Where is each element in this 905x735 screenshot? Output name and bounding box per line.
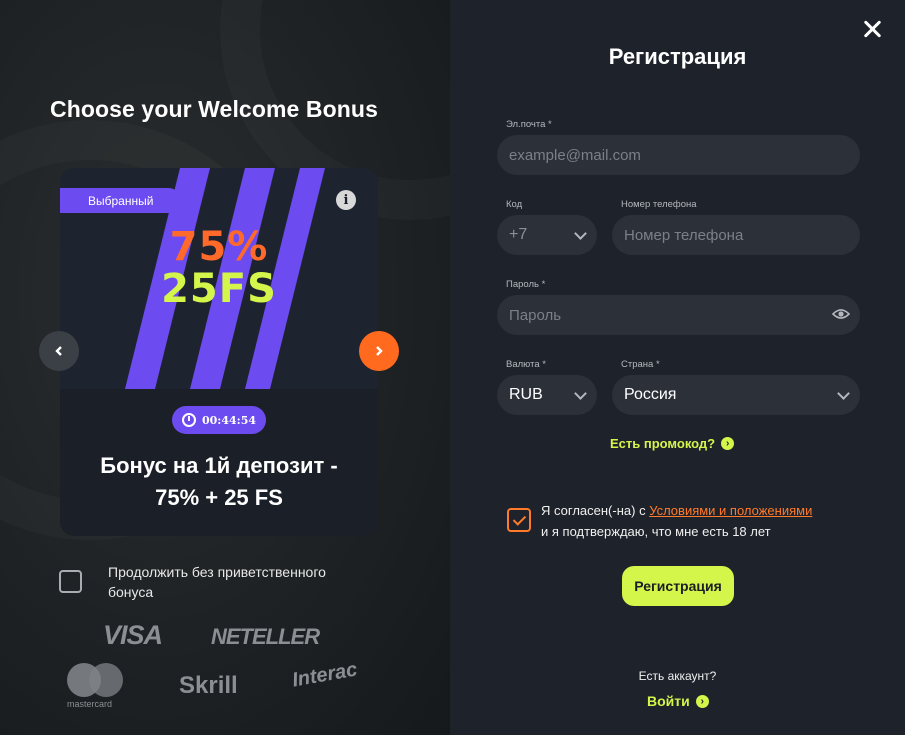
promo-headline: 75% 25FS <box>60 226 378 310</box>
neteller-logo: NETELLER <box>211 624 320 649</box>
terms-checkbox[interactable] <box>507 508 531 532</box>
promo-percent: 75% <box>169 224 269 270</box>
phone-code-select[interactable]: +7 <box>497 215 597 255</box>
password-label: Пароль * <box>506 279 546 290</box>
phone-input[interactable] <box>624 226 860 244</box>
promo-free-spins: 25FS <box>161 266 277 312</box>
login-link[interactable]: Войти › <box>647 693 709 709</box>
login-label: Войти <box>647 693 690 709</box>
skip-bonus-checkbox[interactable] <box>59 570 82 593</box>
currency-label: Валюта * <box>506 359 546 370</box>
bonus-title: Choose your Welcome Bonus <box>50 96 378 122</box>
terms-prefix: Я согласен(-на) с <box>541 503 650 518</box>
registration-title: Регистрация <box>608 44 747 69</box>
register-button[interactable]: Регистрация <box>622 566 734 606</box>
promo-code-link[interactable]: Есть промокод? › <box>610 436 735 451</box>
stopwatch-icon <box>181 413 196 427</box>
terms-link[interactable]: Условиями и положениями <box>649 503 812 518</box>
bonus-description: Бонус на 1й депозит - 75% + 25 FS <box>100 453 338 510</box>
password-field[interactable] <box>497 295 860 335</box>
terms-text: Я согласен(-на) с Условиями и положениям… <box>541 500 871 542</box>
visa-logo: VISA <box>103 620 163 650</box>
interac-logo: Interac <box>290 658 359 692</box>
chevron-left-icon <box>55 346 62 356</box>
skip-bonus-label[interactable]: Продолжить без приветственного бонуса <box>108 562 358 602</box>
previous-bonus-button[interactable] <box>39 331 79 371</box>
have-account-text: Есть аккаунт? <box>638 669 717 683</box>
chevron-right-icon <box>376 346 383 356</box>
info-icon[interactable]: i <box>336 190 356 210</box>
timer-value: 00:44:54 <box>201 413 257 427</box>
chevron-down-icon <box>574 387 587 400</box>
currency-value: RUB <box>509 386 543 403</box>
phone-label: Номер телефона <box>621 199 697 210</box>
email-label: Эл.почта * <box>506 119 552 130</box>
skrill-logo: Skrill <box>179 672 238 699</box>
chevron-down-icon <box>574 227 587 240</box>
mastercard-logo: mastercard <box>67 663 125 711</box>
bonus-banner: Выбранный i 75% 25FS <box>60 168 378 389</box>
email-field[interactable] <box>497 135 860 175</box>
country-value: Россия <box>624 386 677 403</box>
phone-code-value: +7 <box>509 226 528 243</box>
next-bonus-button[interactable] <box>359 331 399 371</box>
phone-field[interactable] <box>612 215 860 255</box>
registration-panel: Регистрация Эл.почта * Код +7 Номер теле… <box>450 0 905 735</box>
chevron-down-icon <box>837 387 850 400</box>
password-input[interactable] <box>509 306 860 324</box>
currency-select[interactable]: RUB <box>497 375 597 415</box>
bonus-panel: Choose your Welcome Bonus Выбранный i 75… <box>0 0 450 735</box>
eye-icon[interactable] <box>832 307 850 321</box>
promo-code-label: Есть промокод? <box>610 436 716 451</box>
country-label: Страна * <box>621 359 660 370</box>
close-icon[interactable] <box>863 20 881 38</box>
arrow-right-circle-icon: › <box>721 437 735 450</box>
terms-suffix: и я подтверждаю, что мне есть 18 лет <box>541 524 771 539</box>
email-input[interactable] <box>509 146 860 164</box>
code-label: Код <box>506 199 523 210</box>
countdown-timer: 00:44:54 <box>172 406 266 434</box>
arrow-right-circle-icon: › <box>695 694 709 708</box>
country-select[interactable]: Россия <box>612 375 860 415</box>
selected-badge: Выбранный <box>60 188 181 213</box>
bonus-card[interactable]: Выбранный i 75% 25FS 00:44:54 Бонус на 1… <box>60 168 378 536</box>
